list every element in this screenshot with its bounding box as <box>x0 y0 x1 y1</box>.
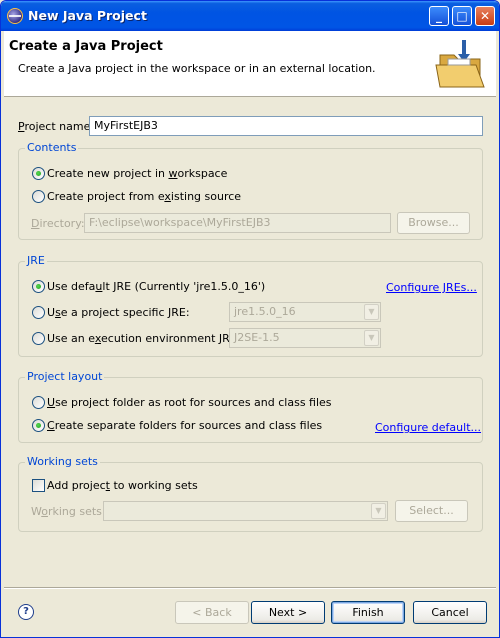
page-title: Create a Java Project <box>9 39 163 54</box>
select-working-sets-button[interactable]: Select... <box>395 500 468 522</box>
configure-default-link[interactable]: Configure default... <box>375 421 481 434</box>
wizard-header: Create a Java Project Create a Java proj… <box>4 31 496 97</box>
chevron-down-icon: ▼ <box>364 330 379 346</box>
working-sets-label: Working sets: <box>31 505 106 518</box>
execution-env-jre-combo[interactable]: J2SE-1.5 ▼ <box>229 328 381 348</box>
contents-group-title: Contents <box>25 141 79 154</box>
cancel-button[interactable]: Cancel <box>413 601 487 624</box>
eclipse-icon <box>7 8 23 24</box>
close-button[interactable]: ✕ <box>475 6 495 26</box>
browse-button[interactable]: Browse... <box>397 212 470 234</box>
add-to-working-sets-checkbox[interactable] <box>32 479 45 492</box>
project-specific-jre-value: jre1.5.0_16 <box>234 305 296 318</box>
use-default-jre-radio[interactable] <box>32 280 45 293</box>
finish-button[interactable]: Finish <box>331 601 405 624</box>
create-new-project-radio[interactable] <box>32 167 45 180</box>
execution-env-jre-radio[interactable] <box>32 332 45 345</box>
title-bar[interactable]: New Java Project _ □ ✕ <box>1 1 499 31</box>
new-java-project-folder-icon <box>435 40 485 88</box>
new-java-project-window: New Java Project _ □ ✕ Create a Java Pro… <box>0 0 500 638</box>
create-new-project-label[interactable]: Create new project in workspace <box>47 167 227 180</box>
wizard-body: Project name: MyFirstEJB3 Contents Creat… <box>4 97 496 637</box>
minimize-button[interactable]: _ <box>429 6 449 26</box>
back-button[interactable]: < Back <box>175 601 249 624</box>
project-specific-jre-radio[interactable] <box>32 306 45 319</box>
create-from-existing-radio[interactable] <box>32 190 45 203</box>
jre-group: JRE Use default JRE (Currently 'jre1.5.0… <box>18 254 483 357</box>
configure-jres-link[interactable]: Configure JREs... <box>386 281 477 294</box>
create-from-existing-label[interactable]: Create project from existing source <box>47 190 241 203</box>
add-to-working-sets-label[interactable]: Add project to working sets <box>47 479 198 492</box>
project-specific-jre-combo[interactable]: jre1.5.0_16 ▼ <box>229 302 381 322</box>
project-folder-root-label[interactable]: Use project folder as root for sources a… <box>47 396 332 409</box>
next-button[interactable]: Next > <box>251 601 325 624</box>
execution-env-jre-value: J2SE-1.5 <box>234 331 280 344</box>
project-name-label: Project name: <box>18 120 95 133</box>
page-description: Create a Java project in the workspace o… <box>18 62 376 75</box>
directory-label: Directory: <box>31 217 85 230</box>
project-layout-group: Project layout Use project folder as roo… <box>18 370 483 443</box>
chevron-down-icon: ▼ <box>364 304 379 320</box>
working-sets-group: Working sets Add project to working sets… <box>18 455 483 532</box>
maximize-button[interactable]: □ <box>452 6 472 26</box>
footer-separator <box>4 587 496 589</box>
separate-folders-label[interactable]: Create separate folders for sources and … <box>47 419 322 432</box>
help-icon[interactable]: ? <box>18 604 34 620</box>
directory-input[interactable]: F:\eclipse\workspace\MyFirstEJB3 <box>84 213 391 233</box>
jre-group-title: JRE <box>25 254 47 267</box>
use-default-jre-label[interactable]: Use default JRE (Currently 'jre1.5.0_16'… <box>47 280 265 293</box>
project-layout-group-title: Project layout <box>25 370 105 383</box>
project-folder-root-radio[interactable] <box>32 396 45 409</box>
chevron-down-icon: ▼ <box>371 503 386 519</box>
separate-folders-radio[interactable] <box>32 419 45 432</box>
working-sets-group-title: Working sets <box>25 455 100 468</box>
window-title: New Java Project <box>28 8 147 23</box>
project-name-input[interactable]: MyFirstEJB3 <box>89 116 483 136</box>
project-specific-jre-label[interactable]: Use a project specific JRE: <box>47 306 190 319</box>
contents-group: Contents Create new project in workspace… <box>18 141 483 240</box>
execution-env-jre-label[interactable]: Use an execution environment JRE: <box>47 332 240 345</box>
working-sets-combo[interactable]: ▼ <box>103 501 388 521</box>
